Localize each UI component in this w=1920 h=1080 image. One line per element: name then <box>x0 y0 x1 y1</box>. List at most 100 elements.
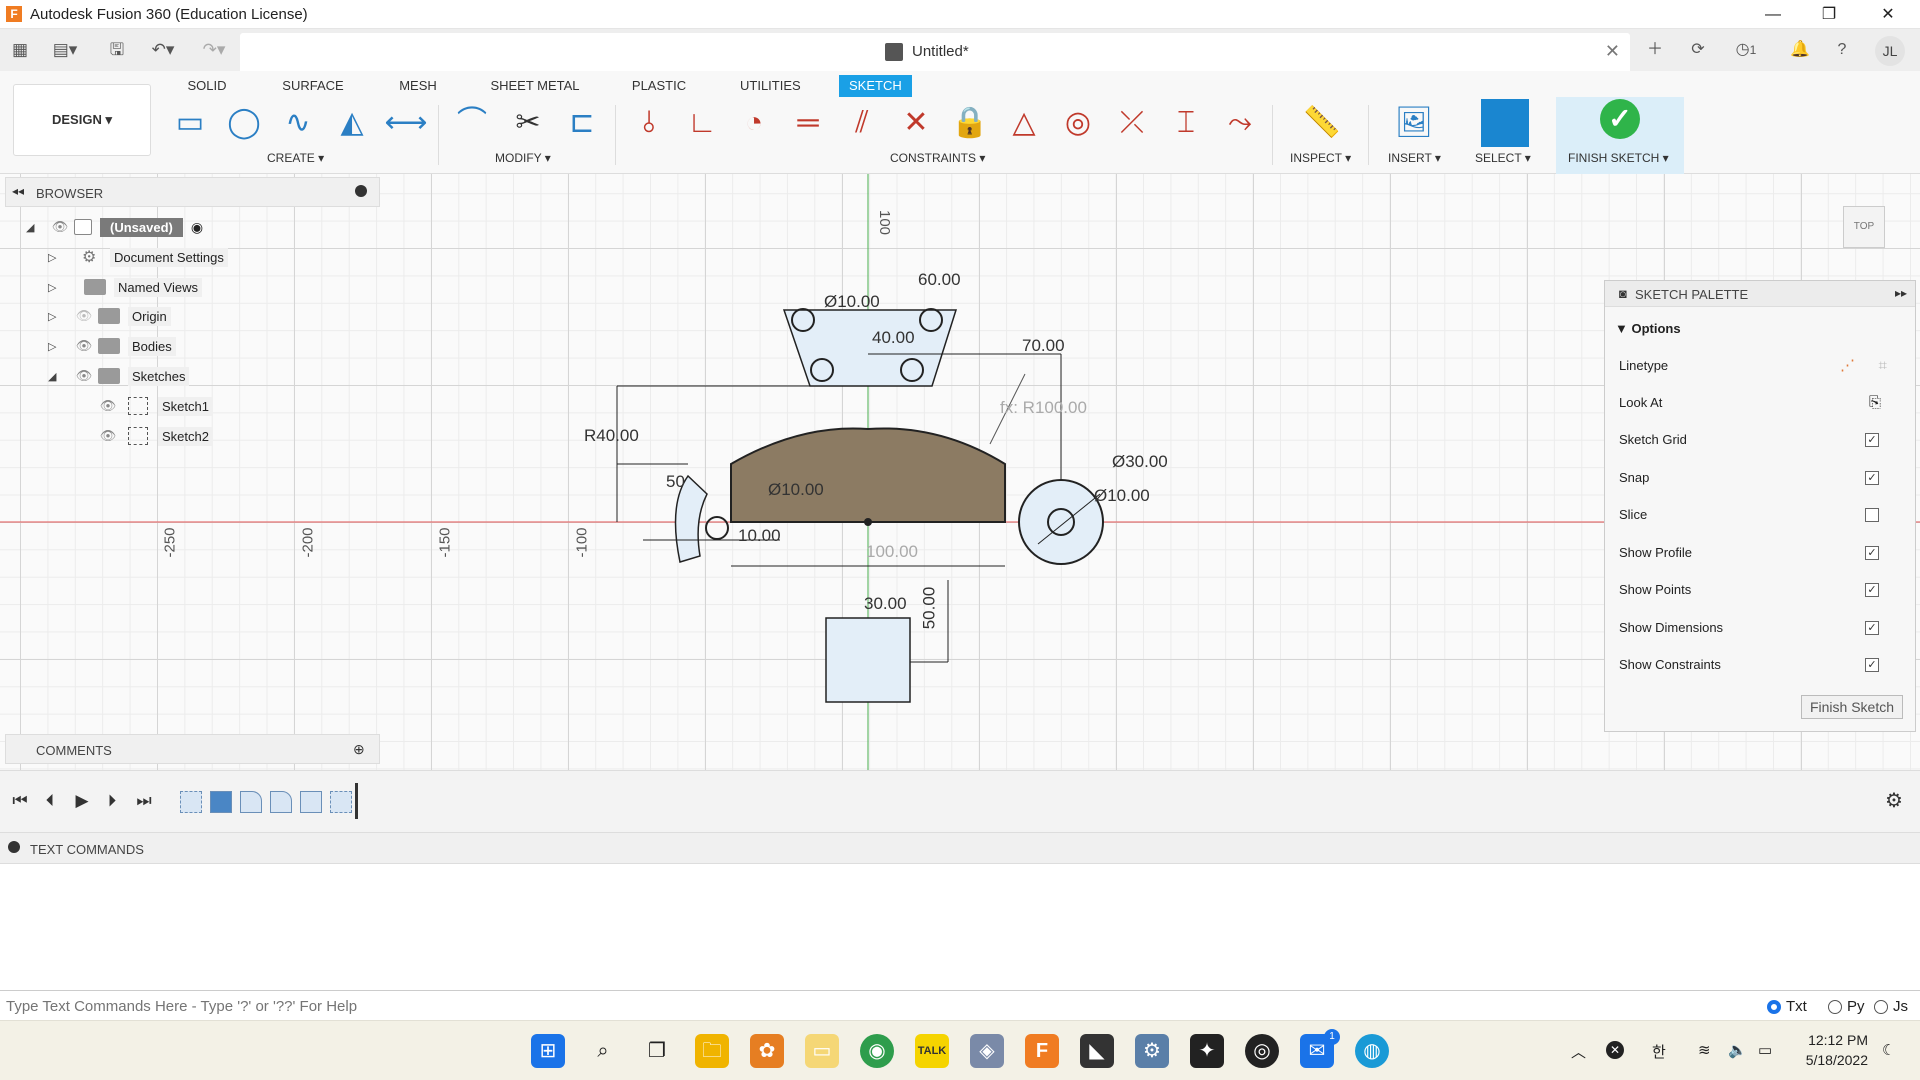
help-icon[interactable]: ? <box>1828 37 1856 63</box>
circle-tool-icon[interactable]: ◯ <box>222 101 266 145</box>
tab-plastic[interactable]: PLASTIC <box>630 75 688 97</box>
measure-ruler-icon[interactable]: 📏 <box>1300 101 1344 145</box>
undo-icon[interactable]: ↶▾ <box>145 38 181 62</box>
palette-finish-sketch-button[interactable]: Finish Sketch <box>1801 695 1903 719</box>
wifi-icon[interactable]: ≋ <box>1698 1041 1711 1059</box>
job-status-icon[interactable]: ◷1 <box>1726 37 1766 63</box>
browser-panel-header[interactable]: ◂◂ BROWSER <box>5 177 380 207</box>
constraints-group-label[interactable]: CONSTRAINTS ▾ <box>890 151 985 165</box>
hidden-eye-icon[interactable]: 👁 <box>74 308 94 324</box>
parallel-constraint-icon[interactable]: ⫽ <box>840 101 884 145</box>
activate-radio-icon[interactable]: ◉ <box>191 219 203 236</box>
dimension-label[interactable]: Ø10.00 <box>1094 486 1150 506</box>
mode-py-radio[interactable]: Py <box>1828 998 1865 1015</box>
clock-time[interactable]: 12:12 PM <box>1806 1032 1868 1048</box>
fusion-360-taskbar-icon[interactable]: F <box>1025 1034 1059 1068</box>
rectangle-tool-icon[interactable]: ▭ <box>168 101 212 145</box>
tab-sketch[interactable]: SKETCH <box>839 75 912 97</box>
restore-button[interactable]: ❐ <box>1801 0 1857 29</box>
kakaotalk-icon[interactable]: TALK <box>915 1034 949 1068</box>
browser-minimize-icon[interactable] <box>355 185 367 197</box>
new-tab-plus-icon[interactable]: ＋ <box>1641 37 1669 63</box>
dimension-label[interactable]: 10.00 <box>738 526 781 546</box>
battery-icon[interactable]: ▭ <box>1758 1041 1772 1059</box>
dimension-label[interactable]: fx: R100.00 <box>1000 398 1087 418</box>
triangle-constraint-icon[interactable]: △ <box>1002 101 1046 145</box>
palette-expand-icon[interactable]: ▸▸ <box>1895 286 1907 300</box>
show-profile-checkbox[interactable]: ✓ <box>1865 546 1879 560</box>
timeline-sketch-icon[interactable] <box>180 791 202 813</box>
comments-panel-header[interactable]: COMMENTS ⊕ <box>5 734 380 764</box>
curvature-constraint-icon[interactable]: ⤳ <box>1218 101 1262 145</box>
symmetry-constraint-icon[interactable]: ⌶ <box>1164 101 1208 145</box>
browser-item[interactable]: ▷ 👁 Bodies <box>48 333 176 359</box>
expand-triangle-icon[interactable]: ▷ <box>48 310 62 323</box>
sketch-dimension-tool-icon[interactable]: ⟷ <box>384 101 428 145</box>
browser-item[interactable]: ▷ ⚙ Document Settings <box>48 244 228 270</box>
expand-triangle-icon[interactable]: ◢ <box>26 221 40 234</box>
slice-checkbox[interactable] <box>1865 508 1879 522</box>
visibility-eye-icon[interactable]: 👁 <box>74 338 94 354</box>
timeline-marker[interactable] <box>355 783 358 819</box>
expand-triangle-icon[interactable]: ▷ <box>48 281 62 294</box>
trim-scissors-icon[interactable]: ✂ <box>506 101 550 145</box>
sketch-grid-checkbox[interactable]: ✓ <box>1865 433 1879 447</box>
step-back-icon[interactable]: ⏴ <box>38 789 62 813</box>
add-comment-icon[interactable]: ⊕ <box>353 741 365 758</box>
volume-icon[interactable]: 🔈 <box>1728 1041 1747 1059</box>
browser-item[interactable]: ◢ 👁 Sketches <box>48 363 190 389</box>
centerline-linetype-icon[interactable]: ⌗ <box>1879 352 1887 380</box>
close-window-button[interactable]: ✕ <box>1860 0 1916 29</box>
tangent-constraint-icon[interactable]: ◔ <box>732 101 776 145</box>
notification-center-icon[interactable]: ☾ <box>1882 1041 1895 1059</box>
dimension-label[interactable]: 50.00 <box>919 587 939 630</box>
expand-triangle-icon[interactable]: ◢ <box>48 370 62 383</box>
app-icon[interactable]: ◍ <box>1355 1034 1389 1068</box>
spline-tool-icon[interactable]: ∿ <box>276 101 320 145</box>
equal-constraint-icon[interactable]: ═ <box>786 101 830 145</box>
offset-tool-icon[interactable]: ⊏ <box>560 101 604 145</box>
dimension-label[interactable]: 100.00 <box>866 542 918 562</box>
perpendicular-lines-icon[interactable]: ✕ <box>894 101 938 145</box>
timeline-fillet-icon[interactable] <box>270 791 292 813</box>
browser-item[interactable]: ▷ 👁 Origin <box>48 303 171 329</box>
select-group-label[interactable]: SELECT ▾ <box>1475 151 1531 165</box>
minimize-button[interactable]: — <box>1745 0 1801 29</box>
collapse-panel-icon[interactable]: ◂◂ <box>12 184 24 198</box>
dimension-label[interactable]: 60.00 <box>918 270 961 290</box>
fix-lock-icon[interactable]: 🔒 <box>948 101 992 145</box>
mode-txt-radio[interactable]: Txt <box>1767 998 1807 1015</box>
chrome-icon[interactable]: ◉ <box>860 1034 894 1068</box>
select-tool-icon[interactable] <box>1481 99 1529 147</box>
dimension-label[interactable]: Ø10.00 <box>768 480 824 500</box>
browser-item[interactable]: ▷ Named Views <box>48 274 202 300</box>
options-section[interactable]: ▼ Options <box>1615 315 1895 343</box>
step-forward-icon[interactable]: ⏵ <box>100 789 124 813</box>
notifications-bell-icon[interactable]: 🔔 <box>1786 37 1814 63</box>
photos-icon[interactable]: ✿ <box>750 1034 784 1068</box>
timeline-sketch-icon[interactable] <box>330 791 352 813</box>
document-tab[interactable]: Untitled* ✕ <box>240 33 1630 71</box>
dimension-label[interactable]: R40.00 <box>584 426 639 446</box>
dimension-label[interactable]: 70.00 <box>1022 336 1065 356</box>
dimension-label[interactable]: Ø10.00 <box>824 292 880 312</box>
app-icon[interactable]: ✦ <box>1190 1034 1224 1068</box>
notes-icon[interactable]: ▭ <box>805 1034 839 1068</box>
dimension-label[interactable]: 30.00 <box>864 594 907 614</box>
show-dimensions-checkbox[interactable]: ✓ <box>1865 621 1879 635</box>
create-group-label[interactable]: CREATE ▾ <box>267 151 324 165</box>
text-commands-header[interactable]: TEXT COMMANDS <box>0 832 1920 864</box>
extensions-icon[interactable]: ⟳ <box>1684 37 1712 63</box>
tab-sheet-metal[interactable]: SHEET METAL <box>490 75 580 97</box>
file-menu-icon[interactable]: ▤▾ <box>48 38 82 62</box>
collapse-text-commands-icon[interactable] <box>8 841 20 853</box>
dimension-label[interactable]: Ø30.00 <box>1112 452 1168 472</box>
browser-sketch-item[interactable]: 👁 Sketch1 <box>98 393 213 419</box>
visibility-eye-icon[interactable]: 👁 <box>98 398 118 414</box>
user-avatar[interactable]: JL <box>1875 36 1905 66</box>
concentric-constraint-icon[interactable]: ◎ <box>1056 101 1100 145</box>
browser-sketch-item[interactable]: 👁 Sketch2 <box>98 423 213 449</box>
obs-icon[interactable]: ◎ <box>1245 1034 1279 1068</box>
show-points-checkbox[interactable]: ✓ <box>1865 583 1879 597</box>
text-command-input[interactable] <box>6 996 1706 1016</box>
